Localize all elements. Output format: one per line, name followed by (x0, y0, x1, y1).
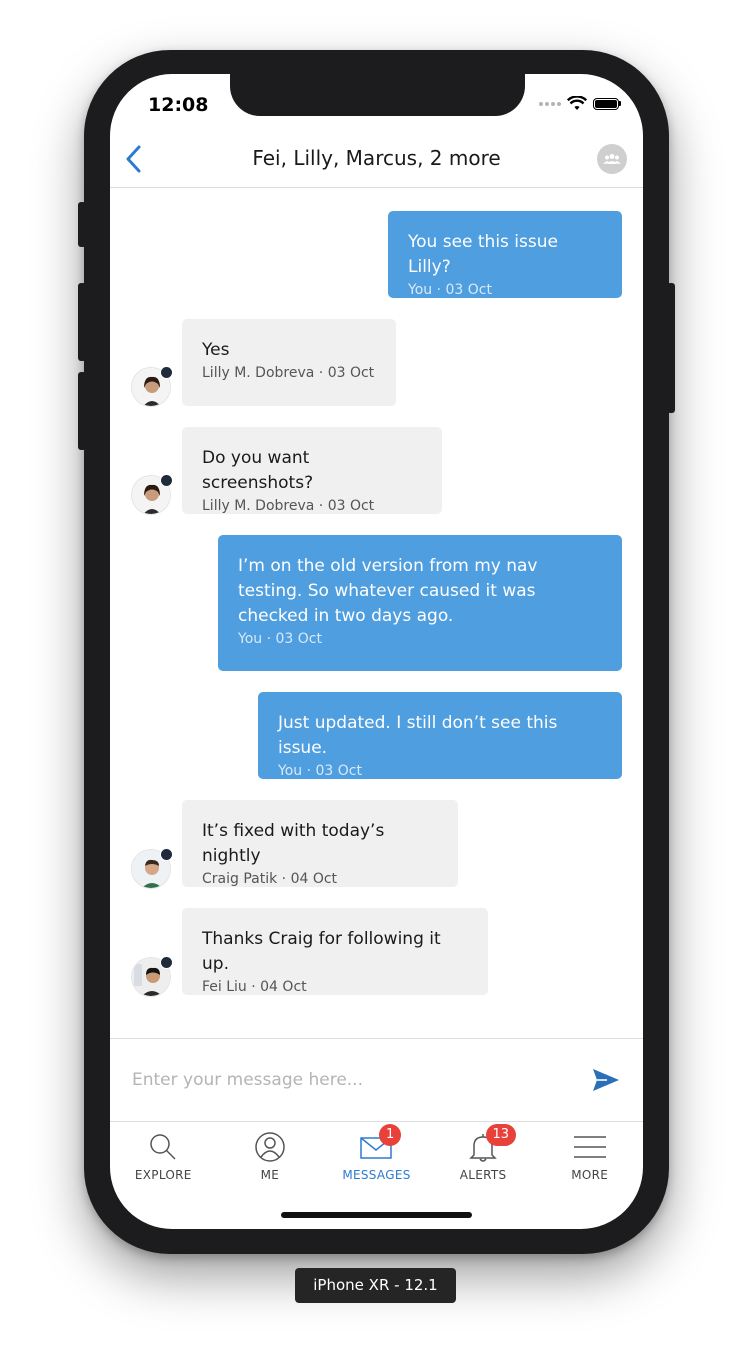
message-bubble[interactable]: Do you want screenshots? Lilly M. Dobrev… (182, 427, 442, 514)
volume-up-button (78, 283, 86, 361)
message-input[interactable] (130, 1059, 554, 1101)
message-bubble[interactable]: Thanks Craig for following it up. Fei Li… (182, 908, 488, 995)
verified-badge-icon (160, 366, 173, 379)
verified-badge-icon (160, 956, 173, 969)
cellular-signal-icon (539, 101, 561, 106)
message-bubble[interactable]: I’m on the old version from my nav testi… (218, 535, 622, 671)
verified-badge-icon (160, 474, 173, 487)
search-icon (150, 1134, 176, 1160)
tab-more[interactable]: MORE (536, 1122, 643, 1197)
message-bubble[interactable]: It’s fixed with today’s nightly Craig Pa… (182, 800, 458, 887)
alerts-count-badge: 13 (485, 1124, 516, 1146)
tab-label: EXPLORE (134, 1168, 192, 1182)
page-title: Fei, Lilly, Marcus, 2 more (252, 146, 501, 170)
mute-switch (78, 202, 86, 247)
message-text: I’m on the old version from my nav testi… (238, 556, 538, 626)
home-indicator (281, 1212, 472, 1218)
message-meta: Fei Liu · 04 Oct (202, 979, 307, 995)
message-bubble[interactable]: Just updated. I still don’t see this iss… (258, 692, 622, 779)
message-composer (110, 1038, 643, 1121)
message-text: Yes (202, 340, 230, 360)
wifi-icon (567, 96, 587, 110)
message-text: Just updated. I still don’t see this iss… (278, 713, 558, 758)
screen: 12:08 Fei, Lilly, Marcus, 2 more You see… (110, 74, 643, 1229)
message-meta: Lilly M. Dobreva · 03 Oct (202, 498, 375, 514)
message-list[interactable]: You see this issue Lilly? You · 03 Oct Y… (110, 188, 643, 1038)
message-bubble[interactable]: Yes Lilly M. Dobreva · 03 Oct (182, 319, 396, 406)
tab-label: MESSAGES (342, 1168, 411, 1182)
message-meta: Lilly M. Dobreva · 03 Oct (202, 365, 375, 381)
status-icons (539, 96, 621, 111)
message-meta: You · 03 Oct (278, 763, 362, 779)
profile-icon (255, 1132, 285, 1162)
message-text: Thanks Craig for following it up. (202, 929, 441, 974)
message-text: You see this issue Lilly? (408, 232, 558, 277)
volume-down-button (78, 372, 86, 450)
tab-label: ALERTS (459, 1168, 507, 1182)
device-label: iPhone XR - 12.1 (295, 1268, 456, 1303)
tab-alerts[interactable]: 13 ALERTS (430, 1122, 537, 1197)
notch (230, 74, 525, 116)
power-button (667, 283, 675, 413)
battery-icon (593, 97, 621, 110)
tab-bar: EXPLORE ME 1 MESSAGES 13 ALERTS MORE (110, 1121, 643, 1197)
group-members-button[interactable] (597, 144, 627, 174)
tab-label: MORE (571, 1168, 609, 1182)
tab-label: ME (260, 1168, 280, 1182)
message-text: It’s fixed with today’s nightly (202, 821, 385, 866)
message-meta: You · 03 Oct (238, 631, 322, 647)
send-icon[interactable] (591, 1065, 621, 1095)
tab-messages[interactable]: 1 MESSAGES (323, 1122, 430, 1197)
message-text: Do you want screenshots? (202, 448, 314, 493)
menu-icon (573, 1136, 606, 1158)
tab-explore[interactable]: EXPLORE (110, 1122, 217, 1197)
tab-me[interactable]: ME (217, 1122, 324, 1197)
group-icon (603, 154, 621, 164)
message-meta: You · 03 Oct (408, 282, 492, 298)
back-chevron-icon[interactable] (122, 144, 146, 174)
navigation-bar: Fei, Lilly, Marcus, 2 more (110, 130, 643, 188)
message-bubble[interactable]: You see this issue Lilly? You · 03 Oct (388, 211, 622, 298)
verified-badge-icon (160, 848, 173, 861)
status-time: 12:08 (148, 94, 209, 116)
messages-count-badge: 1 (379, 1124, 402, 1146)
message-meta: Craig Patik · 04 Oct (202, 871, 338, 887)
